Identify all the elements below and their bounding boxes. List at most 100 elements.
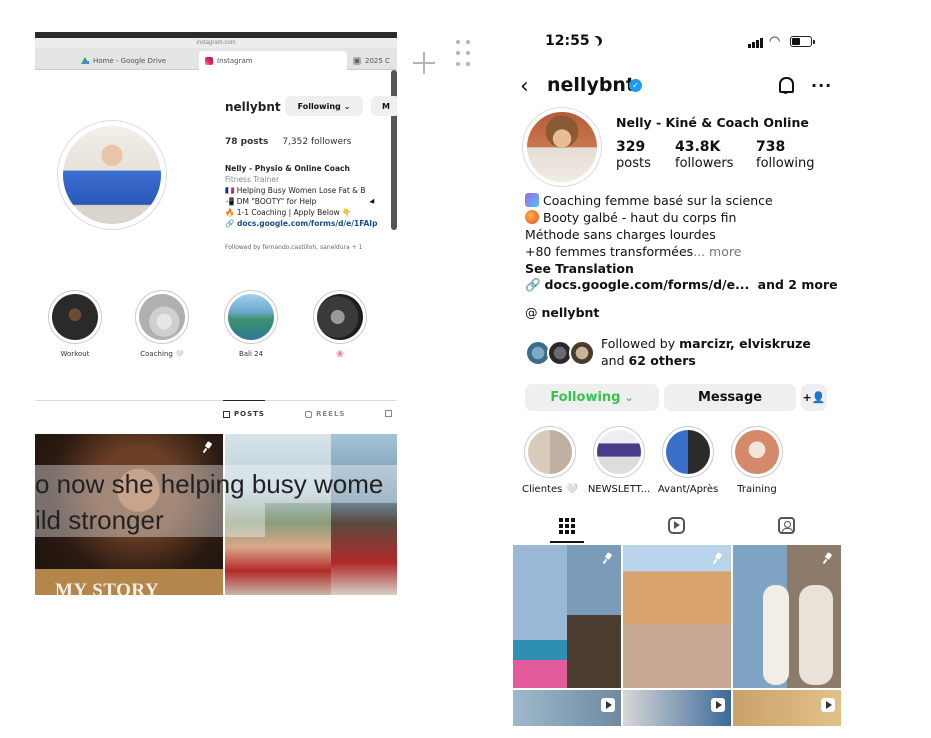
following-button[interactable]: Following ⌄ [285, 96, 363, 116]
grid-icon[interactable] [559, 518, 575, 534]
drag-handle-icon[interactable] [456, 40, 470, 66]
followed-and: and [601, 353, 625, 368]
active-tab-indicator [550, 541, 584, 543]
highlight-label: Clientes 🤍 [522, 484, 578, 495]
profile-name: Nelly - Physio & Online Coach [225, 164, 350, 173]
bell-icon[interactable] [778, 76, 794, 94]
stat-value: 329 [616, 139, 646, 155]
profile-avatar[interactable] [57, 120, 167, 230]
profile-stats: 78 posts 7,352 followers [225, 137, 351, 147]
bio-text: Booty galbé - haut du corps fin [543, 210, 737, 225]
desktop-screenshot: instagram.com Home - Google Drive Instag… [35, 32, 397, 595]
highlight-label: Training [737, 484, 777, 495]
followed-by[interactable]: Followed by marcizr, elviskruze and 62 o… [601, 335, 831, 369]
tab-posts[interactable]: POSTS [223, 410, 265, 418]
story-text: MY STORY [55, 580, 160, 595]
profile-bio: Nelly - Physio & Online Coach Fitness Tr… [225, 163, 397, 229]
tagged-icon[interactable] [778, 517, 795, 534]
followed-names: marcizr, elviskruze [679, 336, 811, 351]
back-icon[interactable]: ‹ [520, 76, 529, 98]
stat-followers[interactable]: 43.8K followers [675, 139, 733, 171]
time-text: 12:55 [545, 33, 590, 49]
tab-tagged[interactable] [385, 410, 392, 417]
bio-line: Booty galbé - haut du corps fin [525, 209, 837, 226]
play-icon [601, 698, 615, 712]
profile-category: Fitness Trainer [225, 175, 280, 184]
message-button[interactable]: M [371, 96, 397, 116]
highlight-flower[interactable]: 🌸 [310, 290, 370, 358]
post-thumbnail[interactable] [733, 690, 841, 726]
stat-posts[interactable]: 329 posts [616, 139, 651, 171]
pin-icon [603, 553, 613, 563]
chevron-down-icon: ⌄ [343, 101, 351, 111]
highlight-workout[interactable]: Workout [45, 290, 105, 358]
post-thumbnail[interactable] [623, 545, 731, 688]
highlight-training[interactable]: Training [724, 426, 790, 495]
following-button[interactable]: Following ⌄ [525, 384, 659, 411]
stat-value: 738 [756, 139, 786, 155]
google-drive-icon [81, 57, 89, 64]
reels-icon[interactable] [668, 517, 685, 534]
add-user-icon[interactable]: +👤 [801, 384, 827, 411]
tab-instagram[interactable]: Instagram [199, 51, 347, 70]
highlight-avant-apres[interactable]: Avant/Après [655, 426, 721, 495]
link-text: docs.google.com/forms/d/e/1FAIp [236, 219, 378, 228]
link-icon: 🔗 [525, 277, 545, 292]
tab-label: POSTS [234, 410, 265, 418]
more-link[interactable]: ... more [693, 244, 741, 259]
address-bar[interactable]: instagram.com [35, 38, 397, 48]
app-icon [353, 56, 361, 65]
play-icon [711, 698, 725, 712]
threads-icon: @ [525, 305, 542, 320]
plus-icon[interactable] [413, 52, 435, 74]
posts-grid [513, 545, 841, 726]
profile-tabs-divider [35, 400, 397, 401]
post-thumbnail[interactable] [513, 690, 621, 726]
post-thumbnail[interactable] [513, 545, 621, 688]
more-options-icon[interactable]: ··· [811, 76, 832, 95]
highlight-newsletter[interactable]: NEWSLETT... [586, 426, 652, 495]
highlight-label: Bali 24 [238, 350, 264, 358]
see-translation-link[interactable]: See Translation [525, 260, 837, 277]
tab-label: 2025 C [365, 56, 390, 65]
highlight-label: NEWSLETT... [587, 484, 651, 495]
link-more[interactable]: and 2 more [758, 277, 838, 292]
reels-icon [305, 410, 312, 418]
highlight-clientes[interactable]: Clientes 🤍 [517, 426, 583, 495]
posts-count: 78 posts [225, 137, 269, 147]
profile-avatar[interactable] [522, 107, 602, 187]
profile-name: Nelly - Kiné & Coach Online [616, 115, 809, 130]
stat-value: 43.8K [675, 139, 721, 155]
highlight-coaching[interactable]: Coaching 🤍 [132, 290, 192, 358]
profile-link[interactable]: 🔗 docs.google.com/forms/d/e/1FAIp [225, 218, 397, 229]
tab-label: Instagram [217, 56, 253, 65]
highlight-label: Avant/Après [657, 484, 719, 495]
followed-by[interactable]: Followed by fernando.castilloh, saneldur… [225, 244, 397, 251]
link-text: docs.google.com/forms/d/e... [544, 277, 750, 292]
bio-line: +80 femmes transformées... more [525, 243, 837, 260]
message-button[interactable]: Message [664, 384, 796, 411]
highlight-label: Workout [60, 350, 90, 358]
instagram-icon [205, 56, 213, 65]
tab-other[interactable]: 2025 C [347, 51, 396, 70]
bio-line: Méthode sans charges lourdes [525, 227, 716, 242]
post-thumbnail[interactable] [225, 434, 331, 595]
highlight-bali[interactable]: Bali 24 [221, 290, 281, 358]
bio-line: 🔥 1-1 Coaching | Apply Below 👇 [225, 208, 352, 217]
stat-label: posts [616, 156, 651, 171]
post-thumbnail[interactable] [623, 690, 731, 726]
post-thumbnail[interactable] [331, 434, 397, 595]
stat-following[interactable]: 738 following [756, 139, 814, 171]
followers-count[interactable]: 7,352 followers [282, 137, 351, 147]
profile-link[interactable]: 🔗 docs.google.com/forms/d/e... and 2 mor… [525, 277, 838, 293]
threads-link[interactable]: @ nellybnt [525, 305, 599, 320]
tab-google-drive[interactable]: Home - Google Drive [75, 51, 172, 70]
tagged-icon [385, 410, 392, 417]
moon-icon [590, 35, 603, 48]
pin-icon [713, 553, 723, 563]
followed-others: 62 others [628, 353, 696, 368]
browser-tabs: Home - Google Drive Instagram 2025 C [35, 48, 397, 70]
tab-reels[interactable]: REELS [305, 410, 345, 418]
post-thumbnail[interactable] [733, 545, 841, 688]
tab-label: REELS [316, 410, 346, 418]
